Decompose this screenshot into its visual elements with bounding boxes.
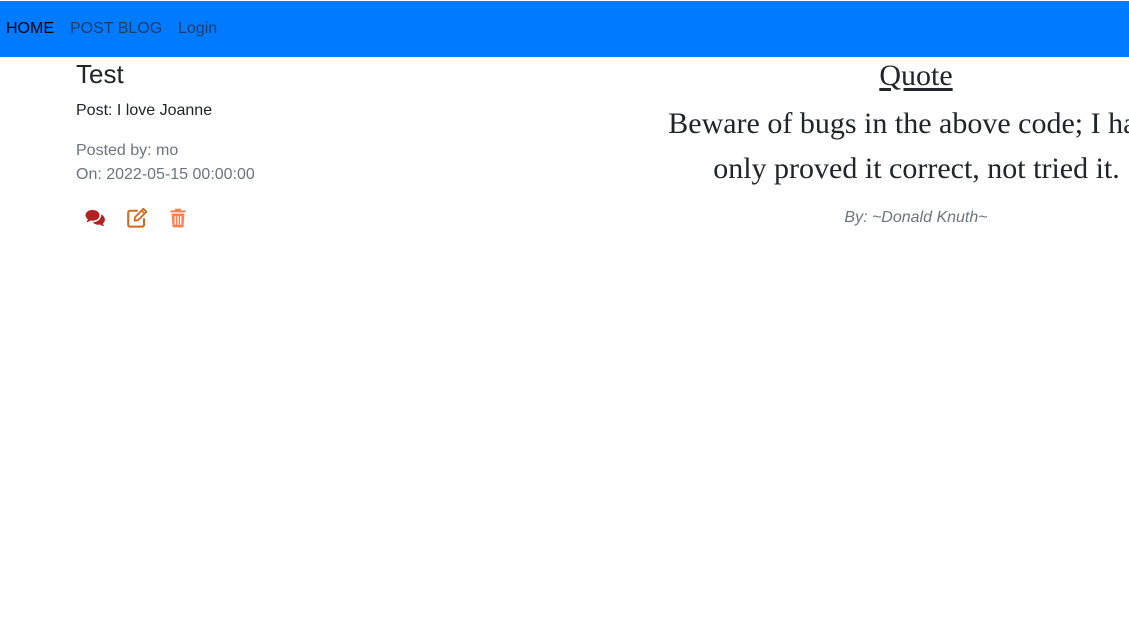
trash-icon <box>170 208 186 228</box>
post-date: On: 2022-05-15 00:00:00 <box>76 166 255 183</box>
quote-text: Beware of bugs in the above code; I have… <box>668 107 1129 185</box>
post-body: Post: I love Joanne <box>76 102 213 119</box>
comment-button[interactable] <box>84 207 106 229</box>
post-author: Posted by: mo <box>76 142 179 159</box>
nav-home-link[interactable]: HOME <box>6 19 54 39</box>
quote-author: By: ~Donald Knuth~ <box>844 209 988 226</box>
nav-post-blog-link[interactable]: POST BLOG <box>70 19 162 39</box>
edit-icon <box>127 207 148 228</box>
comments-icon <box>85 210 105 227</box>
nav-login-link[interactable]: Login <box>178 19 217 39</box>
post-title: Test <box>76 59 124 89</box>
delete-button[interactable] <box>167 207 189 229</box>
edit-button[interactable] <box>126 207 148 229</box>
quote-heading: Quote <box>879 59 953 92</box>
top-navbar: HOME POST BLOG Login <box>0 1 1129 57</box>
